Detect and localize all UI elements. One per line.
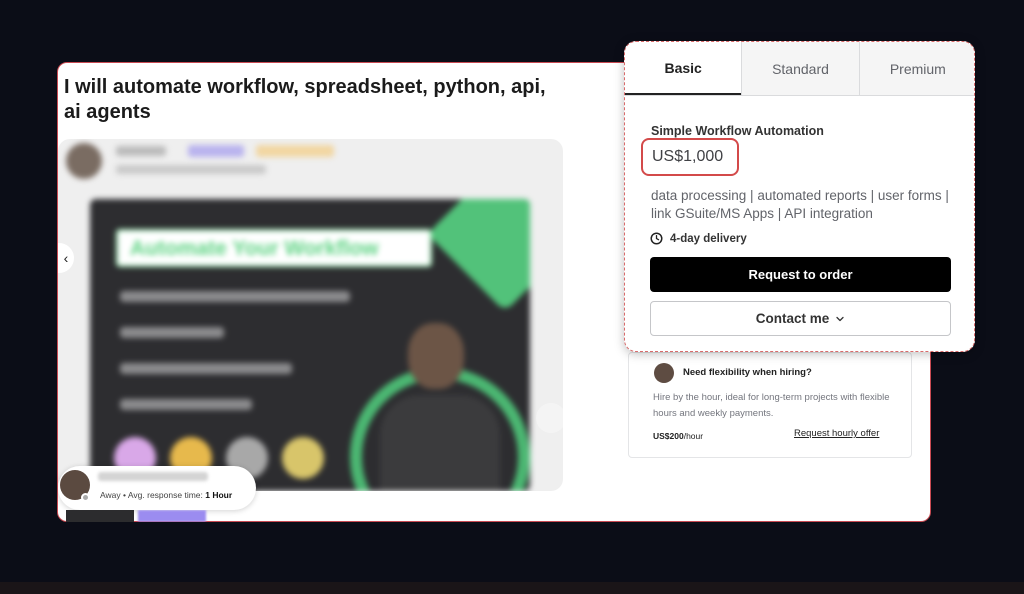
request-hourly-offer-link[interactable]: Request hourly offer [794,428,879,439]
promo-bullet-line [120,291,350,302]
seller-status-chip[interactable]: Away • Avg. response time: 1 Hour [58,466,256,510]
seller-summary-blurred [66,143,466,183]
gallery-blur-layer: Automate Your Workflow [58,139,563,491]
package-title: Simple Workflow Automation [651,124,824,138]
gig-gallery[interactable]: Automate Your Workflow [58,139,563,491]
tab-premium[interactable]: Premium [858,42,974,95]
gallery-next-button[interactable] [536,403,563,433]
away-status-dot [81,493,90,502]
chevron-left-icon: ‹ [63,250,69,266]
python-logo-icon [282,437,324,479]
seller-rating-placeholder [116,165,266,174]
avatar [654,363,674,383]
screenshot-stage: I will automate workflow, spreadsheet, p… [0,0,1024,594]
message-seller-blurred [98,472,208,481]
response-time-value: 1 Hour [205,490,233,500]
promo-person-body [380,395,500,491]
promo-accent-shape [427,199,530,312]
seller-badge-placeholder [188,145,244,157]
seller-avatar [66,143,102,179]
promo-bullet-line [120,363,292,374]
hourly-rate-unit: /hour [683,431,704,441]
seller-name-placeholder [116,146,166,156]
package-tabs: Basic Standard Premium [625,42,974,96]
seller-level-placeholder [256,145,334,157]
bottom-strip [0,582,1024,594]
contact-me-label: Contact me [755,311,830,326]
price-highlight-box: US$1,000 [641,138,739,176]
availability-status: Away [100,490,121,500]
request-to-order-button[interactable]: Request to order [650,257,951,292]
contact-me-button[interactable]: Contact me [650,301,951,336]
hourly-rate: US$200/hour [653,431,703,441]
gallery-thumbnail[interactable] [138,510,206,522]
clock-icon [650,232,663,245]
hourly-description: Hire by the hour, ideal for long-term pr… [653,392,890,419]
delivery-label: 4-day delivery [670,232,747,245]
hourly-offer-card: Need flexibility when hiring? Hire by th… [628,352,912,458]
pricing-package-panel: Basic Standard Premium Simple Workflow A… [624,41,975,352]
promo-bullet-line [120,327,224,338]
status-separator: • [123,490,126,500]
chevron-down-icon [836,316,844,321]
delivery-time: 4-day delivery [650,232,747,245]
hourly-title: Need flexibility when hiring? [683,367,812,378]
seller-status-line: Away • Avg. response time: 1 Hour [100,490,232,500]
promo-bullet-line [120,399,252,410]
gig-title: I will automate workflow, spreadsheet, p… [64,76,546,123]
promo-person-head [408,323,464,389]
tab-basic[interactable]: Basic [625,42,742,95]
tab-standard[interactable]: Standard [741,42,859,95]
response-time-label: Avg. response time: [127,490,203,500]
gallery-thumbnail[interactable] [66,510,134,522]
promo-headline: Automate Your Workflow [130,237,379,260]
package-price: US$1,000 [652,148,724,165]
gallery-promo-image: Automate Your Workflow [90,199,530,491]
promo-headline-box: Automate Your Workflow [116,229,432,267]
hourly-rate-value: US$200 [653,431,684,441]
package-description: data processing | automated reports | us… [651,188,949,221]
gallery-thumbnails [66,510,216,522]
